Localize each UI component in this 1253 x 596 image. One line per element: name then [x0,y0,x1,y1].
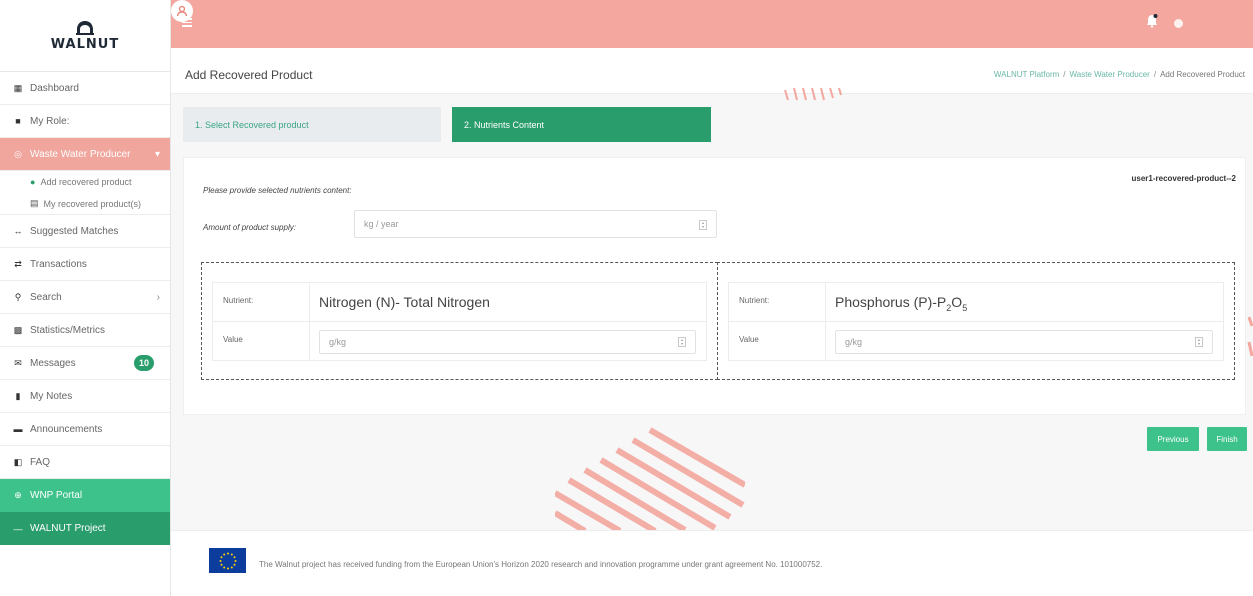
sidebar-item-label: Announcements [30,423,103,435]
nutrient-name: Phosphorus (P)-P2O5 [835,294,968,313]
envelope-icon: ✉ [14,357,22,368]
sidebar-item-waste-water-producer[interactable]: ◎ Waste Water Producer ▾ [0,138,170,171]
eu-flag-icon [209,548,246,573]
walnut-logo[interactable]: WALNUT [0,0,170,72]
table-icon: ▤ [30,198,39,208]
funding-notice: The Walnut project has received funding … [259,560,823,569]
decorative-stripes [1247,316,1253,357]
decorative-stripes [555,427,745,530]
supply-amount-input[interactable]: kg / year ▴ ▾ [354,210,717,238]
sidebar-item-transactions[interactable]: ⇄ Transactions [0,248,170,281]
supply-amount-placeholder: kg / year [364,219,399,229]
sidebar-item-label: Suggested Matches [30,225,119,237]
footer: The Walnut project has received funding … [171,530,1253,596]
dash-icon: — [13,523,23,534]
sidebar-item-dashboard[interactable]: ▦ Dashboard [0,72,170,105]
brand-name: WALNUT [50,36,120,52]
breadcrumb-current: Add Recovered Product [1160,70,1245,79]
book-icon: ◧ [13,456,23,467]
sidebar-item-label: WNP Portal [30,490,83,501]
number-spinner-icon[interactable]: ▴ ▾ [1195,337,1203,347]
exchange-icon: ⇄ [14,258,22,269]
sidebar-item-search[interactable]: ⚲ Search › [0,281,170,314]
hamburger-menu-icon[interactable] [182,18,192,29]
value-label: Value [739,335,759,344]
sidebar-subitem-my-recovered-products[interactable]: ▤ My recovered product(s) [0,193,170,215]
newspaper-icon: ▬ [13,424,23,434]
nutrient-value-input[interactable]: g/kg ▴ ▾ [835,330,1213,354]
sidebar-item-my-notes[interactable]: ▮ My Notes [0,380,170,413]
sidebar-item-label: WALNUT Project [30,523,106,534]
sidebar-item-suggested-matches[interactable]: ↔ Suggested Matches [0,215,170,248]
breadcrumb-link-platform[interactable]: WALNUT Platform [994,70,1059,79]
arrows-icon: ↔ [13,226,23,236]
sidebar-subitem-label: Add recovered product [40,177,132,187]
nutrients-form-card: user1-recovered-product--2 Please provid… [183,157,1246,415]
sidebar-item-label: My Role: [30,115,70,127]
nutrient-name-row: Nutrient: Nitrogen (N)- Total Nitrogen [212,282,707,322]
sidebar-item-walnut-project[interactable]: — WALNUT Project [0,512,170,545]
sidebar-item-messages[interactable]: ✉ Messages 10 [0,347,170,380]
sidebar-item-label: My Notes [30,390,73,402]
sidebar-item-label: Dashboard [30,82,79,94]
page-header: Add Recovered Product WALNUT Platform / Wa… [171,48,1253,94]
bookmark-icon: ▮ [15,390,21,401]
nutrient-box: Nutrient: Nitrogen (N)- Total Nitrogen V… [201,262,718,380]
previous-button[interactable]: Previous [1147,427,1199,451]
nutrient-value-row: Value g/kg ▴ ▾ [728,321,1224,361]
chevron-down-icon: ▾ [154,148,160,160]
sidebar-item-announcements[interactable]: ▬ Announcements [0,413,170,446]
dashboard-icon: ▦ [13,82,23,93]
globe-icon: ⊕ [14,490,22,500]
sidebar-item-label: Waste Water Producer [30,148,131,160]
breadcrumb-link-producer[interactable]: Waste Water Producer [1070,70,1150,79]
value-placeholder: g/kg [329,337,347,347]
step-select-recovered-product[interactable]: 1. Select Recovered product [183,107,441,142]
number-spinner-icon[interactable]: ▴ ▾ [699,220,707,230]
value-label: Value [223,335,243,344]
sidebar-item-wnp-portal[interactable]: ⊕ WNP Portal [0,479,170,512]
sidebar-subitem-add-recovered-product[interactable]: ● Add recovered product [0,171,170,193]
target-icon: ◎ [14,148,22,159]
number-spinner-icon[interactable]: ▴ ▾ [678,337,686,347]
search-icon: ⚲ [14,291,22,302]
nutrient-name: Nitrogen (N)- Total Nitrogen [319,294,490,310]
sidebar-item-label: Statistics/Metrics [30,324,106,336]
product-id-label: user1-recovered-product--2 [1131,174,1236,183]
breadcrumb: WALNUT Platform / Waste Water Producer / Add… [993,70,1245,79]
step-nutrients-content[interactable]: 2. Nutrients Content [452,107,711,142]
status-dot-icon[interactable] [1174,19,1183,28]
nutrient-box: Nutrient: Phosphorus (P)-P2O5 Value g/kg… [717,262,1235,380]
page-title: Add Recovered Product [185,68,313,82]
top-bar [171,0,1253,48]
sidebar-item-statistics[interactable]: ▩ Statistics/Metrics [0,314,170,347]
nutrient-value-row: Value g/kg ▴ ▾ [212,321,707,361]
sidebar-subitem-label: My recovered product(s) [43,198,142,209]
messages-count-badge: 10 [134,355,154,371]
nutrient-label: Nutrient: [223,296,254,305]
sidebar-item-label: Messages [30,357,76,369]
nutrient-label: Nutrient: [739,296,770,305]
briefcase-icon: ■ [15,116,21,126]
supply-amount-label: Amount of product supply: [203,223,296,232]
chart-icon: ▩ [13,324,23,335]
plus-circle-icon: ● [30,177,36,187]
nutrient-value-input[interactable]: g/kg ▴ ▾ [319,330,696,354]
sidebar-item-label: Search [30,291,62,303]
form-instructions: Please provide selected nutrients conten… [203,186,352,195]
nutrient-name-row: Nutrient: Phosphorus (P)-P2O5 [728,282,1224,322]
sidebar-item-my-role[interactable]: ■ My Role: [0,105,170,138]
sidebar-item-faq[interactable]: ◧ FAQ [0,446,170,479]
finish-button[interactable]: Finish [1207,427,1247,451]
decorative-stripes [784,88,842,101]
chevron-right-icon: › [156,291,160,303]
sidebar-item-label: FAQ [30,456,51,468]
sidebar: WALNUT ▦ Dashboard ■ My Role: ◎ Waste Wa… [0,0,171,596]
sidebar-item-label: Transactions [30,258,87,270]
value-placeholder: g/kg [845,337,863,347]
walnut-logo-icon [76,20,94,35]
bell-icon[interactable] [1146,14,1158,31]
